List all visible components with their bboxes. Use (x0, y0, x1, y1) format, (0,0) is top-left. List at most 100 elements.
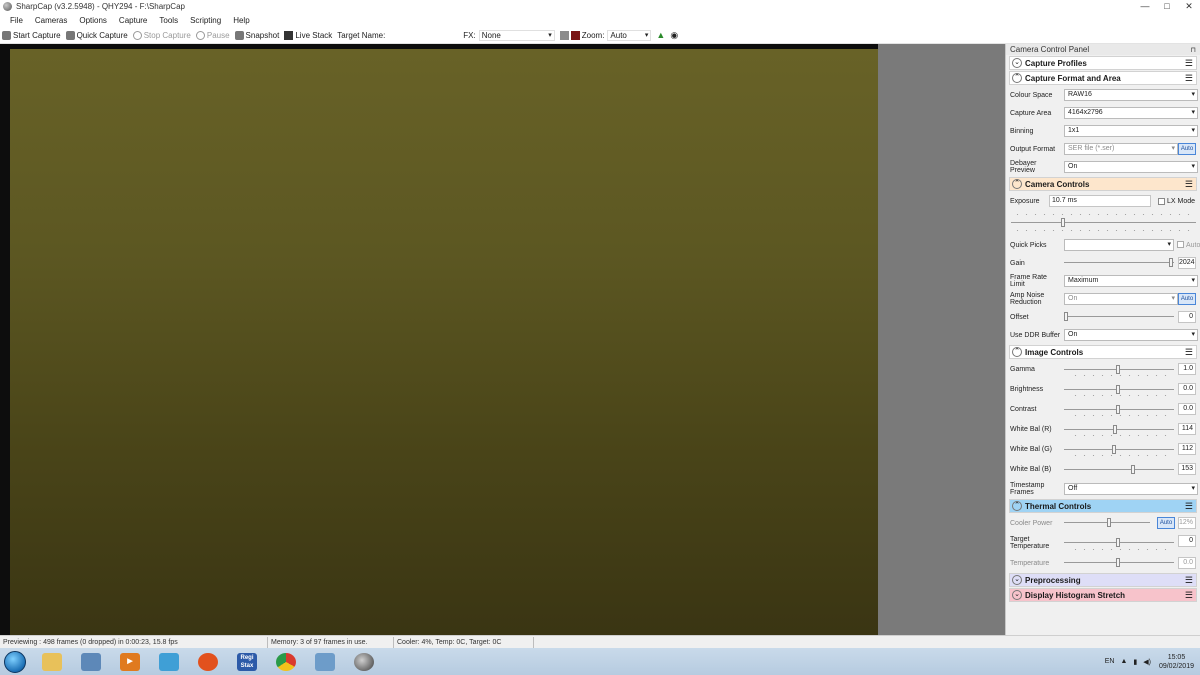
taskbar-app-firefox[interactable] (191, 649, 225, 674)
exposure-slider-thumb[interactable] (1061, 218, 1065, 227)
offset-slider-thumb[interactable] (1064, 312, 1068, 321)
contrast-label: Contrast (1010, 405, 1037, 413)
output-format-auto-button[interactable]: Auto (1178, 143, 1196, 155)
taskbar-app-computer[interactable] (308, 649, 342, 674)
section-display-histogram[interactable]: ⌄ Display Histogram Stretch ☰ (1009, 588, 1197, 602)
pause-button[interactable]: Pause (195, 30, 230, 40)
taskbar-app-registax[interactable]: Regi Stax (230, 649, 264, 674)
menu-capture[interactable]: Capture (113, 16, 153, 25)
menu-icon[interactable]: ☰ (1185, 575, 1193, 586)
taskbar-app-notepad[interactable] (152, 649, 186, 674)
exposure-input[interactable]: 10.7 ms (1049, 195, 1151, 207)
fx-select[interactable]: None (478, 29, 555, 41)
volume-icon[interactable]: ◀) (1143, 658, 1151, 666)
stop-capture-button[interactable]: Stop Capture (132, 30, 191, 40)
section-capture-format[interactable]: ⌃ Capture Format and Area ☰ (1009, 71, 1197, 85)
gray-swatch-icon[interactable] (559, 30, 569, 40)
taskbar-app-chrome[interactable] (269, 649, 303, 674)
brightness-slider-thumb[interactable] (1116, 385, 1120, 394)
start-button[interactable] (0, 648, 30, 675)
zoom-select[interactable]: Auto (607, 29, 652, 41)
frame-rate-select[interactable]: Maximum (1064, 275, 1198, 287)
target-temperature-slider-thumb[interactable] (1116, 538, 1120, 547)
menu-icon[interactable]: ☰ (1185, 73, 1193, 84)
section-preprocessing[interactable]: ⌄ Preprocessing ☰ (1009, 573, 1197, 587)
window-title: SharpCap (v3.2.5948) - QHY294 - F:\Sharp… (16, 2, 185, 11)
menu-file[interactable]: File (4, 16, 29, 25)
chevron-up-icon[interactable]: ⌃ (1012, 73, 1022, 83)
lx-mode-checkbox[interactable] (1158, 198, 1165, 205)
white-bal-r-value[interactable]: 114 (1178, 423, 1196, 435)
menu-icon[interactable]: ☰ (1185, 590, 1193, 601)
menu-help[interactable]: Help (227, 16, 255, 25)
target-name-field[interactable]: Target Name: (337, 30, 458, 41)
menu-options[interactable]: Options (73, 16, 113, 25)
menu-icon[interactable]: ☰ (1185, 58, 1193, 69)
quick-capture-button[interactable]: Quick Capture (65, 30, 128, 40)
section-capture-profiles[interactable]: ⌄ Capture Profiles ☰ (1009, 56, 1197, 70)
section-thermal-controls[interactable]: ⌃ Thermal Controls ☰ (1009, 499, 1197, 513)
gain-value[interactable]: 2024 (1178, 257, 1196, 269)
chevron-down-icon[interactable]: ⌄ (1012, 590, 1022, 600)
maximize-button[interactable]: □ (1156, 0, 1178, 13)
section-image-controls[interactable]: ⌃ Image Controls ☰ (1009, 345, 1197, 359)
white-bal-b-slider-thumb[interactable] (1131, 465, 1135, 474)
menu-scripting[interactable]: Scripting (184, 16, 227, 25)
menu-tools[interactable]: Tools (153, 16, 184, 25)
quick-picks-select[interactable] (1064, 239, 1174, 251)
cooler-auto-button[interactable]: Auto (1157, 517, 1175, 529)
brightness-value[interactable]: 0.0 (1178, 383, 1196, 395)
debayer-select[interactable]: On (1064, 161, 1198, 173)
contrast-slider-thumb[interactable] (1116, 405, 1120, 414)
taskbar-app-image-viewer[interactable] (74, 649, 108, 674)
chevron-down-icon[interactable]: ⌄ (1012, 58, 1022, 68)
taskbar-app-explorer[interactable] (35, 649, 69, 674)
language-indicator[interactable]: EN (1105, 658, 1115, 665)
snapshot-button[interactable]: Snapshot (234, 30, 279, 40)
network-icon[interactable]: ▮ (1133, 658, 1137, 666)
capture-area-select[interactable]: 4164x2796 (1064, 107, 1198, 119)
chevron-up-icon[interactable]: ⌃ (1012, 347, 1022, 357)
chevron-up-icon[interactable]: ⌃ (1012, 179, 1022, 189)
white-bal-g-value[interactable]: 112 (1178, 443, 1196, 455)
binning-select[interactable]: 1x1 (1064, 125, 1198, 137)
close-button[interactable]: ✕ (1178, 0, 1200, 13)
amp-noise-select[interactable]: On (1064, 293, 1178, 305)
menu-icon[interactable]: ☰ (1185, 347, 1193, 358)
offset-value[interactable]: 0 (1178, 311, 1196, 323)
amp-noise-auto-button[interactable]: Auto (1178, 293, 1196, 305)
menu-cameras[interactable]: Cameras (29, 16, 73, 25)
histogram-icon[interactable]: ▲ (656, 30, 665, 40)
clock[interactable]: 15:05 09/02/2019 (1159, 653, 1194, 671)
timestamp-select[interactable]: Off (1064, 483, 1198, 495)
camera-preview-image[interactable] (10, 49, 878, 635)
white-bal-g-slider-thumb[interactable] (1112, 445, 1116, 454)
pin-icon[interactable]: ⊓ (1191, 46, 1196, 54)
output-format-select[interactable]: SER file (*.ser) (1064, 143, 1178, 155)
chevron-down-icon[interactable]: ⌄ (1012, 575, 1022, 585)
live-stack-button[interactable]: Live Stack (284, 30, 332, 40)
taskbar-app-sharpcap[interactable] (347, 649, 381, 674)
ddr-buffer-select[interactable]: On (1064, 329, 1198, 341)
colour-space-select[interactable]: RAW16 (1064, 89, 1198, 101)
gamma-slider-thumb[interactable] (1116, 365, 1120, 374)
section-camera-controls[interactable]: ⌃ Camera Controls ☰ (1009, 177, 1197, 191)
quick-picks-auto-checkbox[interactable] (1177, 241, 1184, 248)
white-bal-b-value[interactable]: 153 (1178, 463, 1196, 475)
taskbar-app-media-player[interactable]: ▶ (113, 649, 147, 674)
start-capture-button[interactable]: Start Capture (2, 30, 61, 40)
show-hidden-icons-icon[interactable]: ▲ (1120, 658, 1127, 665)
gamma-value[interactable]: 1.0 (1178, 363, 1196, 375)
white-bal-r-slider-thumb[interactable] (1113, 425, 1117, 434)
target-temperature-value[interactable]: 0 (1178, 535, 1196, 547)
menu-icon[interactable]: ☰ (1185, 501, 1193, 512)
cooler-power-slider-thumb[interactable] (1107, 518, 1111, 527)
contrast-value[interactable]: 0.0 (1178, 403, 1196, 415)
minimize-button[interactable]: — (1134, 0, 1156, 13)
reticle-icon[interactable]: ◉ (670, 30, 678, 41)
chevron-up-icon[interactable]: ⌃ (1012, 501, 1022, 511)
menu-icon[interactable]: ☰ (1185, 179, 1193, 190)
target-name-input[interactable] (388, 30, 458, 41)
red-swatch-icon[interactable] (570, 30, 580, 40)
gain-slider-thumb[interactable] (1169, 258, 1173, 267)
